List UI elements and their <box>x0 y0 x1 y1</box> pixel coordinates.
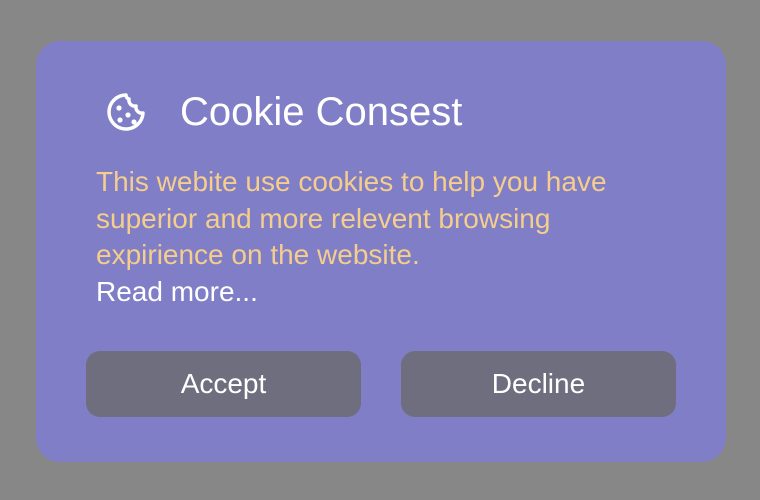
cookie-consent-dialog: Cookie Consest This webite use cookies t… <box>36 41 726 462</box>
dialog-message: This webite use cookies to help you have… <box>96 164 656 310</box>
message-text: This webite use cookies to help you have… <box>96 166 607 270</box>
dialog-header: Cookie Consest <box>104 87 462 137</box>
decline-button[interactable]: Decline <box>401 351 676 417</box>
read-more-link[interactable]: Read more... <box>96 276 258 307</box>
cookie-icon <box>104 90 148 134</box>
dialog-title: Cookie Consest <box>180 90 463 134</box>
accept-button[interactable]: Accept <box>86 351 361 417</box>
